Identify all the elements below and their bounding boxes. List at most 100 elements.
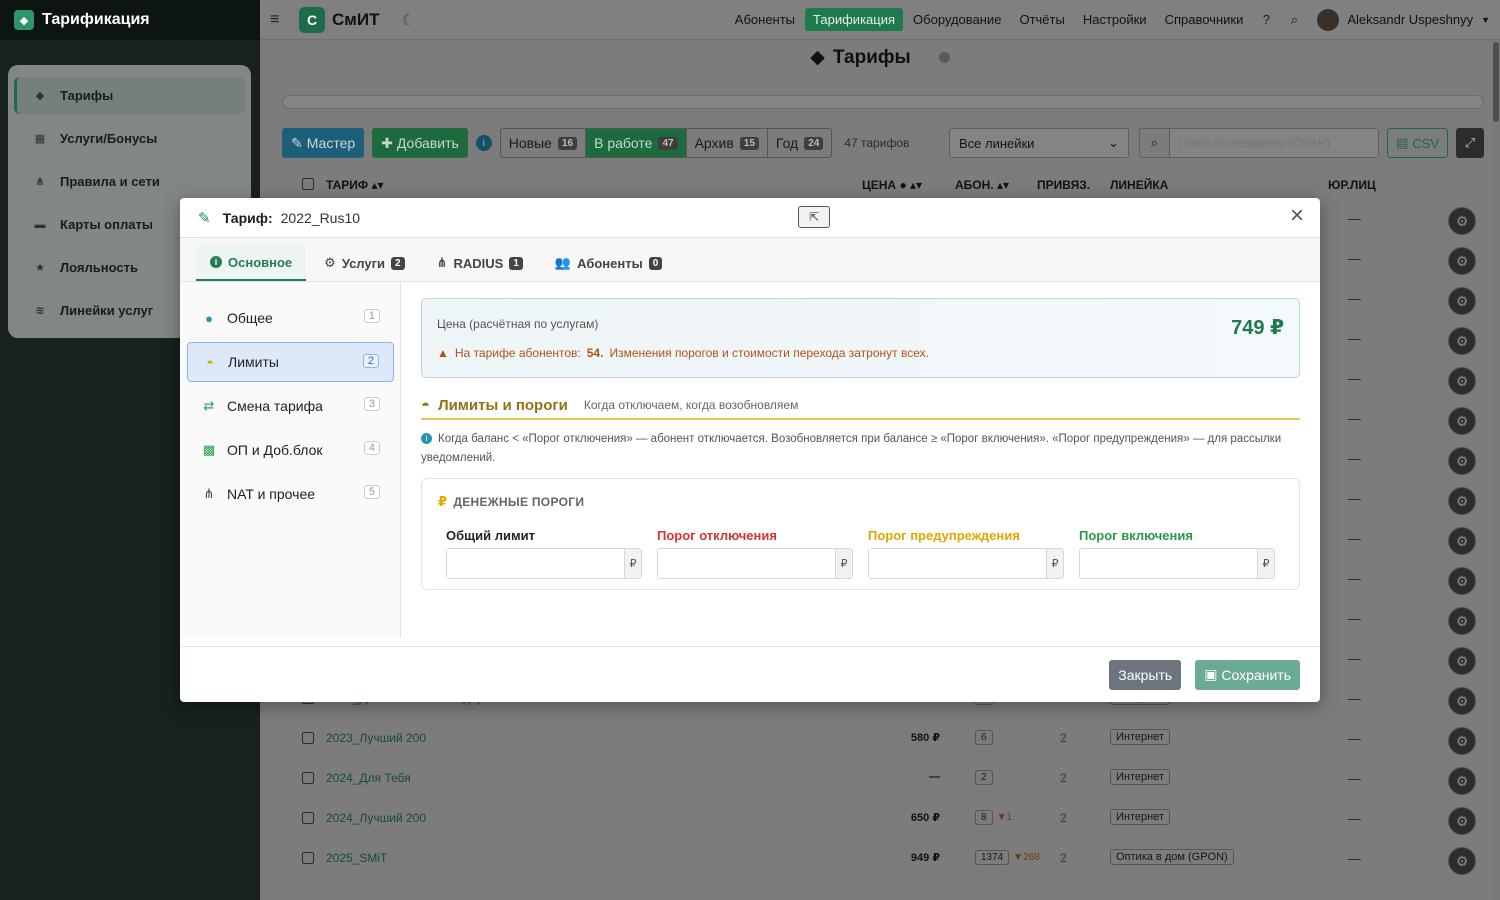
brand[interactable]: С СмИТ xyxy=(299,6,380,33)
csv-button[interactable]: ▤ CSV xyxy=(1386,128,1448,158)
gear-icon[interactable]: ⚙ xyxy=(1448,487,1476,515)
save-button[interactable]: ▣ Сохранить xyxy=(1195,659,1300,690)
bind-count[interactable]: 2 xyxy=(1060,811,1067,825)
bind-count[interactable]: 2 xyxy=(1060,771,1067,785)
gear-icon[interactable]: ⚙ xyxy=(1448,607,1476,635)
gear-icon[interactable]: ⚙ xyxy=(1448,687,1476,715)
menu-icon[interactable]: ≡ xyxy=(270,11,284,29)
nav-change-tariff[interactable]: ⇄ Смена тарифа 3 xyxy=(187,386,394,426)
info-icon[interactable]: i xyxy=(475,135,492,151)
search-icon[interactable]: ⌕ xyxy=(1281,12,1307,28)
add-button[interactable]: ✚ Добавить xyxy=(372,128,468,158)
bind-count[interactable]: 2 xyxy=(1060,731,1067,745)
moon-icon[interactable]: ☾ xyxy=(401,11,414,29)
sidebar-item-services[interactable]: ▦ Услуги/Бонусы xyxy=(14,120,245,157)
tab-subscribers[interactable]: 👥 Абоненты 0 xyxy=(541,245,676,281)
external-link-icon[interactable]: ⇱ xyxy=(798,206,830,228)
header-line[interactable]: ЛИНЕЙКА xyxy=(1110,178,1168,192)
filter-label: Год xyxy=(775,135,799,151)
user-menu[interactable]: Aleksandr Uspeshnyy ▼ xyxy=(1317,8,1490,31)
nav-equipment[interactable]: Оборудование xyxy=(905,8,1009,31)
disconnect-threshold-input[interactable] xyxy=(658,549,835,578)
tab-services[interactable]: ⚙ Услуги 2 xyxy=(310,245,418,281)
sidebar-item-rules[interactable]: ⋔ Правила и сети xyxy=(14,163,245,200)
table-row: 2023_Лучший 200 580 ₽ 6 2 Интернет — ⚙ xyxy=(260,720,1500,760)
modal-body: ● Общее 1 ◓ Лимиты 2 ⇄ Смена тарифа 3 ▩ ОП и До… xyxy=(180,282,1320,646)
gear-icon[interactable]: ⚙ xyxy=(1448,647,1476,675)
tariff-name[interactable]: 2024_Для Тебя xyxy=(326,771,411,785)
gear-icon[interactable]: ⚙ xyxy=(1448,527,1476,555)
count-badge: 0 xyxy=(648,256,663,270)
warning-threshold-input[interactable] xyxy=(869,549,1046,578)
row-checkbox[interactable] xyxy=(302,812,314,824)
brand-name: СмИТ xyxy=(332,9,380,29)
gear-icon[interactable]: ⚙ xyxy=(1448,407,1476,435)
nav-reports[interactable]: Отчёты xyxy=(1011,8,1072,31)
tab-main[interactable]: i Основное xyxy=(196,245,307,281)
filter-new[interactable]: Новые 16 xyxy=(501,129,587,157)
header-checkbox[interactable] xyxy=(302,178,314,193)
filter-archive[interactable]: Архив 15 xyxy=(687,129,768,157)
subs-count: 8 ▼1 xyxy=(975,810,1012,825)
count-badge: 15 xyxy=(739,136,759,150)
tariff-price: — xyxy=(929,771,940,783)
master-button[interactable]: ✎ Мастер xyxy=(282,128,365,158)
filter-label: Новые xyxy=(508,135,552,151)
tab-radius[interactable]: ⋔ RADIUS 1 xyxy=(423,245,537,281)
header-subs[interactable]: АБОН. ▴▾ xyxy=(955,178,1009,192)
nav-limits[interactable]: ◓ Лимиты 2 xyxy=(187,342,394,382)
row-checkbox[interactable] xyxy=(302,732,314,744)
scrollbar-thumb[interactable] xyxy=(1493,42,1499,122)
tariff-price: 949 ₽ xyxy=(910,852,940,864)
nav-op-block[interactable]: ▩ ОП и Доб.блок 4 xyxy=(187,430,394,470)
gear-icon[interactable]: ⚙ xyxy=(1448,367,1476,395)
gear-icon[interactable]: ⚙ xyxy=(1448,207,1476,235)
nav-general[interactable]: ● Общее 1 xyxy=(187,298,394,338)
gear-icon[interactable]: ⚙ xyxy=(1448,567,1476,595)
gear-icon[interactable]: ⚙ xyxy=(1448,807,1476,835)
scrollbar[interactable] xyxy=(1492,40,1500,900)
row-checkbox[interactable] xyxy=(302,772,314,784)
header-bind[interactable]: ПРИВЯЗ. xyxy=(1037,178,1090,192)
close-button[interactable]: Закрыть xyxy=(1109,659,1182,690)
tariff-name[interactable]: 2024_Лучший 200 xyxy=(326,811,426,825)
filter-year[interactable]: Год 24 xyxy=(768,129,831,157)
search-input[interactable] xyxy=(1169,129,1378,157)
gear-icon[interactable]: ⚙ xyxy=(1448,247,1476,275)
money-title: ₽ ДЕНЕЖНЫЕ ПОРОГИ xyxy=(438,494,1283,510)
header-name[interactable]: ТАРИФ ▴▾ xyxy=(326,178,384,192)
gear-icon[interactable]: ⚙ xyxy=(1448,327,1476,355)
page-title: ◆ Тарифы xyxy=(260,46,1500,69)
enable-threshold-input[interactable] xyxy=(1080,549,1257,578)
help-icon[interactable]: ? xyxy=(1253,12,1279,27)
warning-prefix: На тарифе абонентов: xyxy=(454,346,581,360)
tariff-name[interactable]: 2025_SMiT xyxy=(326,851,387,865)
nav-references[interactable]: Справочники xyxy=(1157,8,1252,31)
gear-icon[interactable]: ⚙ xyxy=(1448,767,1476,795)
nav-subscribers[interactable]: Абоненты xyxy=(727,8,803,31)
header-price[interactable]: ЦЕНА ● ▴▾ xyxy=(862,178,922,192)
nav-nat[interactable]: ⋔ NAT и прочее 5 xyxy=(187,474,394,514)
sidebar-item-tariffs[interactable]: ◆ Тарифы xyxy=(14,77,245,114)
close-icon[interactable]: × xyxy=(1290,204,1304,228)
line-select[interactable]: Все линейки ⌄ xyxy=(948,128,1129,158)
gear-icon[interactable]: ⚙ xyxy=(1448,847,1476,875)
nav-settings[interactable]: Настройки xyxy=(1075,8,1155,31)
gear-icon[interactable]: ⚙ xyxy=(1448,447,1476,475)
header-jur[interactable]: ЮР.ЛИЦ xyxy=(1328,178,1376,192)
bind-count[interactable]: 2 xyxy=(1060,851,1067,865)
info-icon[interactable] xyxy=(938,52,950,63)
nav-tarification[interactable]: Тарификация xyxy=(805,8,904,31)
gear-icon[interactable]: ⚙ xyxy=(1448,727,1476,755)
filter-in-work[interactable]: В работе 47 xyxy=(586,129,687,157)
gear-icon[interactable]: ⚙ xyxy=(1448,287,1476,315)
total-limit-input[interactable] xyxy=(447,549,624,578)
cogs-icon: ⚙ xyxy=(324,255,336,270)
info-icon: ● xyxy=(205,310,213,326)
table-row: 2024_Для Тебя — 2 2 Интернет — ⚙ xyxy=(260,760,1500,800)
tab-label: RADIUS xyxy=(453,255,504,271)
fullscreen-button[interactable]: ⤢ xyxy=(1456,128,1484,158)
row-checkbox[interactable] xyxy=(302,852,314,864)
tariff-name[interactable]: 2023_Лучший 200 xyxy=(326,731,426,745)
line-select-value: Все линейки xyxy=(958,135,1035,151)
